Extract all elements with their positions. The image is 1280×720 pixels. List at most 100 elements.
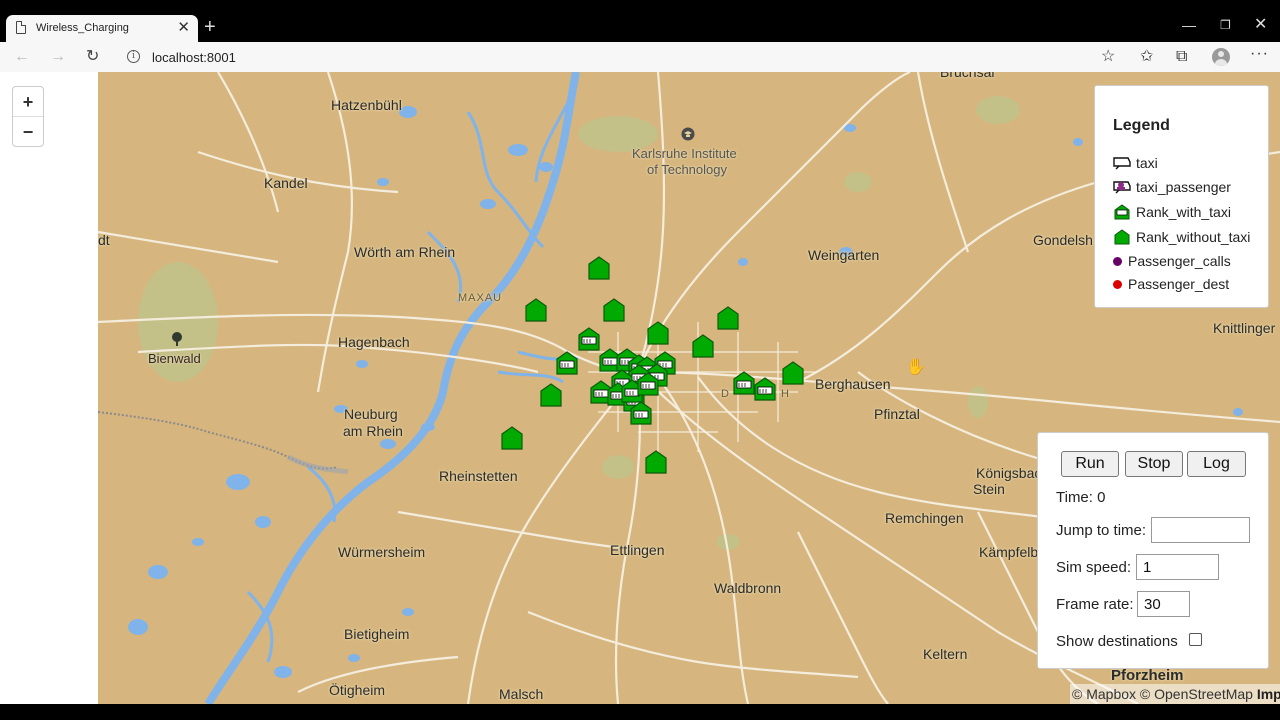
info-icon[interactable]: i bbox=[127, 50, 140, 63]
place-waldbronn: Waldbronn bbox=[714, 580, 782, 596]
tab-title: Wireless_Charging bbox=[36, 22, 129, 34]
legend-item-taxi: taxi bbox=[1113, 155, 1158, 171]
page-viewport: Hatzenbühl Kandel Wörth am Rhein MAXAU H… bbox=[0, 72, 1280, 704]
browser-toolbar: ← → ↻ i localhost:8001 ☆ ✩ ⧉ ··· bbox=[0, 42, 1280, 72]
rank-without-taxi-marker[interactable] bbox=[647, 321, 669, 345]
legend-label: taxi bbox=[1136, 155, 1158, 171]
place-rheinstetten: Rheinstetten bbox=[439, 468, 518, 484]
university-icon bbox=[681, 127, 695, 141]
stop-button[interactable]: Stop bbox=[1125, 451, 1183, 477]
minimize-button[interactable]: — bbox=[1182, 14, 1196, 36]
place-gondelsheim: Gondelsh bbox=[1033, 232, 1093, 248]
jump-to-time-label: Jump to time: bbox=[1056, 522, 1147, 539]
place-hagenbach: Hagenbach bbox=[338, 334, 410, 350]
browser-tab[interactable]: Wireless_Charging ✕ bbox=[6, 15, 198, 42]
rank-without-taxi-marker[interactable] bbox=[525, 298, 547, 322]
zoom-control: + − bbox=[12, 86, 44, 147]
zoom-out-button[interactable]: − bbox=[13, 117, 43, 147]
improve-map-link[interactable]: Improve this map bbox=[1257, 686, 1280, 702]
place-pforzheim: Pforzheim bbox=[1111, 667, 1184, 684]
place-kandel: Kandel bbox=[264, 175, 308, 191]
place-bietigheim: Bietigheim bbox=[344, 626, 410, 642]
place-kit-line1: Karlsruhe Institute bbox=[632, 146, 737, 161]
osm-attribution-link[interactable]: © OpenStreetMap bbox=[1140, 686, 1253, 702]
rank-with-taxi-icon bbox=[1114, 204, 1130, 220]
title-bar: Wireless_Charging ✕ + — ❐ ✕ bbox=[0, 0, 1280, 42]
rank-without-taxi-marker[interactable] bbox=[603, 298, 625, 322]
legend-label: Passenger_dest bbox=[1128, 276, 1230, 292]
place-kaempfelbach: Kämpfelb bbox=[979, 544, 1039, 560]
rank-without-taxi-marker[interactable] bbox=[782, 361, 804, 385]
legend-label: Passenger_calls bbox=[1128, 253, 1231, 269]
show-destinations-label: Show destinations bbox=[1056, 633, 1178, 650]
back-button[interactable]: ← bbox=[14, 46, 30, 68]
legend-item-rank-without-taxi: Rank_without_taxi bbox=[1113, 229, 1250, 245]
simulation-control-panel: Run Stop Log Time: 0 Jump to time: Sim s… bbox=[1037, 432, 1269, 669]
legend-item-passenger-dest: Passenger_dest bbox=[1113, 276, 1229, 292]
page-icon bbox=[16, 20, 27, 34]
more-icon[interactable]: ··· bbox=[1250, 45, 1269, 63]
maximize-button[interactable]: ❐ bbox=[1220, 14, 1231, 36]
sim-speed-label: Sim speed: bbox=[1056, 559, 1132, 576]
hand-cursor-icon: ✋ bbox=[906, 359, 926, 376]
rank-with-taxi-marker[interactable] bbox=[637, 372, 659, 396]
place-durlach-part2: H bbox=[781, 388, 790, 400]
add-favorite-icon[interactable]: ☆ bbox=[1101, 46, 1115, 68]
rank-with-taxi-marker[interactable] bbox=[630, 401, 652, 425]
place-remchingen: Remchingen bbox=[885, 510, 964, 526]
show-destinations-checkbox[interactable] bbox=[1189, 633, 1202, 646]
passenger-dest-dot bbox=[1113, 280, 1122, 289]
rank-with-taxi-marker[interactable] bbox=[754, 377, 776, 401]
rank-without-taxi-marker[interactable] bbox=[717, 306, 739, 330]
profile-icon[interactable] bbox=[1212, 48, 1230, 66]
legend-item-taxi-passenger: taxi_passenger bbox=[1113, 179, 1231, 195]
jump-to-time-input[interactable] bbox=[1151, 517, 1250, 543]
place-weingarten: Weingarten bbox=[808, 247, 880, 263]
rank-without-taxi-marker[interactable] bbox=[645, 450, 667, 474]
collections-icon[interactable]: ⧉ bbox=[1176, 46, 1187, 68]
place-neuburg-line2: am Rhein bbox=[343, 423, 403, 439]
reload-button[interactable]: ↻ bbox=[86, 46, 99, 68]
rank-with-taxi-marker[interactable] bbox=[556, 351, 578, 375]
place-oetigheim: Ötigheim bbox=[329, 682, 386, 698]
rank-without-taxi-icon bbox=[1114, 229, 1130, 245]
favorites-icon[interactable]: ✩ bbox=[1140, 46, 1153, 68]
frame-rate-input[interactable] bbox=[1137, 591, 1190, 617]
rank-with-taxi-marker[interactable] bbox=[578, 327, 600, 351]
rank-without-taxi-marker[interactable] bbox=[588, 256, 610, 280]
tab-close-icon[interactable]: ✕ bbox=[177, 18, 190, 38]
state-border bbox=[98, 411, 339, 470]
place-hatzenbuehl: Hatzenbühl bbox=[331, 97, 402, 113]
rank-with-taxi-marker[interactable] bbox=[733, 371, 755, 395]
place-bruchsal: Bruchsal bbox=[940, 72, 995, 80]
place-pfinztal: Pfinztal bbox=[874, 406, 920, 422]
rank-without-taxi-marker[interactable] bbox=[540, 383, 562, 407]
log-button[interactable]: Log bbox=[1187, 451, 1246, 477]
rank-without-taxi-marker[interactable] bbox=[501, 426, 523, 450]
passenger-call-dot bbox=[1113, 257, 1122, 266]
taxi-icon bbox=[1113, 157, 1131, 170]
new-tab-button[interactable]: + bbox=[204, 16, 216, 38]
place-bienwald: Bienwald bbox=[148, 351, 201, 366]
legend-item-passenger-calls: Passenger_calls bbox=[1113, 253, 1231, 269]
place-woerth: Wörth am Rhein bbox=[354, 244, 456, 260]
legend-label: Rank_with_taxi bbox=[1136, 204, 1231, 220]
address-bar[interactable]: localhost:8001 bbox=[152, 50, 236, 65]
place-kit-line2: of Technology bbox=[647, 162, 727, 177]
place-edge-left: dt bbox=[98, 232, 110, 248]
bottom-bar bbox=[0, 704, 1280, 720]
close-window-button[interactable]: ✕ bbox=[1254, 14, 1267, 36]
taxi-passenger-icon bbox=[1113, 181, 1131, 194]
place-knittlingen: Knittlinger bbox=[1213, 320, 1276, 336]
sim-speed-input[interactable] bbox=[1136, 554, 1219, 580]
zoom-in-button[interactable]: + bbox=[13, 87, 43, 117]
mapbox-attribution-link[interactable]: © Mapbox bbox=[1072, 686, 1136, 702]
legend-item-rank-with-taxi: Rank_with_taxi bbox=[1113, 204, 1231, 220]
place-durlach-part1: D bbox=[721, 388, 730, 400]
place-wuermersheim: Würmersheim bbox=[338, 544, 426, 560]
legend-label: taxi_passenger bbox=[1136, 179, 1231, 195]
run-button[interactable]: Run bbox=[1061, 451, 1119, 477]
forward-button[interactable]: → bbox=[50, 46, 66, 68]
rank-without-taxi-marker[interactable] bbox=[692, 334, 714, 358]
frame-rate-label: Frame rate: bbox=[1056, 596, 1134, 613]
